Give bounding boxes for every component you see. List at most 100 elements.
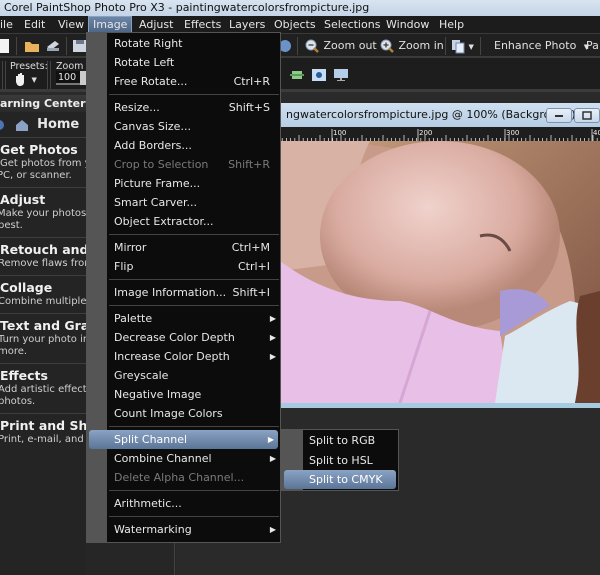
maximize-icon	[582, 111, 592, 120]
menu-item-label: Arithmetic...	[114, 497, 182, 510]
menu-item-rotate-right[interactable]: Rotate Right	[108, 34, 280, 53]
submenu-item-split-to-cmyk[interactable]: Split to CMYK	[284, 470, 396, 489]
lc-collage[interactable]: Collage Combine multiple photos	[0, 276, 86, 314]
menu-help[interactable]: Help	[435, 16, 468, 34]
image-menu: Rotate Right Rotate Left Free Rotate... Ctr…	[86, 32, 281, 543]
menu-item-count-image-colors[interactable]: Count Image Colors	[108, 404, 280, 423]
menu-item-label: Object Extractor...	[114, 215, 214, 228]
lc-retouch[interactable]: Retouch and Restore Remove flaws from yo…	[0, 238, 86, 276]
menu-item-crop-to-selection[interactable]: Crop to Selection Shift+R	[108, 155, 280, 174]
menu-item-label: Flip	[114, 260, 134, 273]
zoom-out-label: Zoom out	[323, 39, 377, 52]
menu-item-negative-image[interactable]: Negative Image	[108, 385, 280, 404]
menu-icon-strip	[87, 33, 107, 542]
ruler-label: 200	[419, 129, 432, 137]
save-icon	[73, 40, 87, 52]
menu-file[interactable]: ile	[0, 16, 17, 34]
document-bottom-border	[276, 403, 600, 408]
menu-item-resize[interactable]: Resize... Shift+S	[108, 98, 280, 117]
ruler-label: 300	[506, 129, 519, 137]
menu-item-smart-carver[interactable]: Smart Carver...	[108, 193, 280, 212]
menu-item-palette[interactable]: Palette ▶	[108, 309, 280, 328]
menu-item-canvas-size[interactable]: Canvas Size...	[108, 117, 280, 136]
fullscreen-button[interactable]	[334, 65, 348, 85]
lc-adjust[interactable]: Adjust Make your photos look best.	[0, 188, 86, 238]
menu-item-shortcut: Shift+S	[228, 101, 270, 114]
scanner-icon	[47, 41, 59, 51]
panel-divider	[174, 540, 175, 575]
menu-item-combine-channel[interactable]: Combine Channel ▶	[108, 449, 280, 468]
split-channel-submenu: Split to RGB Split to HSL Split to CMYK	[281, 429, 399, 491]
menu-item-rotate-left[interactable]: Rotate Left	[108, 53, 280, 72]
presets-dropdown[interactable]: ▼	[14, 71, 37, 87]
home-label: Home	[37, 117, 80, 132]
photo-canvas[interactable]	[280, 141, 600, 403]
lc-get-photos[interactable]: Get Photos Get photos from your PC, or s…	[0, 138, 86, 188]
menu-item-watermarking[interactable]: Watermarking ▶	[108, 520, 280, 539]
lc-item-title: Get Photos	[0, 142, 78, 157]
chevron-down-icon: ▼	[31, 76, 37, 84]
menu-item-picture-frame[interactable]: Picture Frame...	[108, 174, 280, 193]
menu-item-greyscale[interactable]: Greyscale	[108, 366, 280, 385]
menu-item-increase-color-depth[interactable]: Increase Color Depth ▶	[108, 347, 280, 366]
lc-item-desc: Turn your photo into s	[0, 334, 86, 345]
menu-item-arithmetic[interactable]: Arithmetic...	[108, 494, 280, 513]
home-button[interactable]: Home	[0, 112, 86, 138]
menu-item-mirror[interactable]: Mirror Ctrl+M	[108, 238, 280, 257]
lc-text-graphics[interactable]: Text and Graphics Turn your photo into s…	[0, 314, 86, 364]
photo-image	[280, 141, 600, 403]
menu-item-label: Combine Channel	[114, 452, 212, 465]
monitor-icon	[334, 69, 348, 81]
ruler-label: 100	[333, 129, 346, 137]
menu-separator	[109, 426, 279, 427]
menu-item-add-borders[interactable]: Add Borders...	[108, 136, 280, 155]
zoom-out-button[interactable]: Zoom out	[304, 36, 377, 56]
menu-item-label: Crop to Selection	[114, 158, 209, 171]
zoom-in-label: Zoom in	[398, 39, 444, 52]
submenu-item-split-to-hsl[interactable]: Split to HSL	[304, 451, 398, 470]
scanner-button[interactable]	[45, 36, 61, 56]
new-file-button[interactable]	[0, 36, 10, 56]
menu-view[interactable]: View	[54, 16, 88, 34]
maximize-button[interactable]	[574, 108, 600, 123]
menu-item-free-rotate[interactable]: Free Rotate... Ctrl+R	[108, 72, 280, 91]
zoom-in-button[interactable]: Zoom in	[379, 36, 444, 56]
menu-item-flip[interactable]: Flip Ctrl+I	[108, 257, 280, 276]
menu-item-label: Greyscale	[114, 369, 169, 382]
lc-item-desc: Add artistic effects to	[0, 384, 86, 395]
submenu-arrow-icon: ▶	[269, 314, 276, 323]
menu-item-split-channel[interactable]: Split Channel ▶	[89, 430, 278, 449]
circle-icon	[281, 40, 291, 52]
palettes-button[interactable]: Pa	[586, 36, 599, 56]
open-button[interactable]	[24, 36, 40, 56]
menu-edit[interactable]: Edit	[20, 16, 49, 34]
menu-item-shortcut: Ctrl+R	[233, 75, 270, 88]
menu-item-object-extractor[interactable]: Object Extractor...	[108, 212, 280, 231]
lc-effects[interactable]: Effects Add artistic effects to photos.	[0, 364, 86, 414]
menu-item-image-information[interactable]: Image Information... Shift+I	[108, 283, 280, 302]
copy-dropdown-button[interactable]: ▼	[451, 36, 474, 56]
enhance-photo-button[interactable]: Enhance Photo ▼	[494, 36, 589, 56]
fit-image-button[interactable]	[312, 65, 326, 85]
menu-window[interactable]: Window	[382, 16, 433, 34]
menu-separator	[109, 305, 279, 306]
lc-item-desc: Get photos from your	[0, 158, 86, 169]
lc-item-desc: best.	[0, 220, 23, 231]
lc-item-title: Collage	[0, 280, 53, 295]
lc-item-desc: more.	[0, 346, 28, 357]
submenu-item-split-to-rgb[interactable]: Split to RGB	[304, 431, 398, 450]
zoom-value-input[interactable]: 100	[56, 71, 80, 85]
minimize-button[interactable]	[546, 108, 572, 123]
lc-print-share[interactable]: Print and Share Print, e-mail, and share	[0, 414, 86, 451]
fit-button[interactable]	[290, 65, 304, 85]
menu-item-delete-alpha-channel[interactable]: Delete Alpha Channel...	[108, 468, 280, 487]
menu-item-label: Smart Carver...	[114, 196, 197, 209]
menu-separator	[109, 234, 279, 235]
menu-selections[interactable]: Selections	[320, 16, 384, 34]
menu-item-decrease-color-depth[interactable]: Decrease Color Depth ▶	[108, 328, 280, 347]
menu-item-label: Rotate Left	[114, 56, 175, 69]
ruler-label: 40	[593, 129, 600, 137]
save-button[interactable]	[73, 36, 87, 56]
chevron-down-icon: ▼	[468, 43, 474, 51]
info-button[interactable]	[281, 36, 293, 56]
